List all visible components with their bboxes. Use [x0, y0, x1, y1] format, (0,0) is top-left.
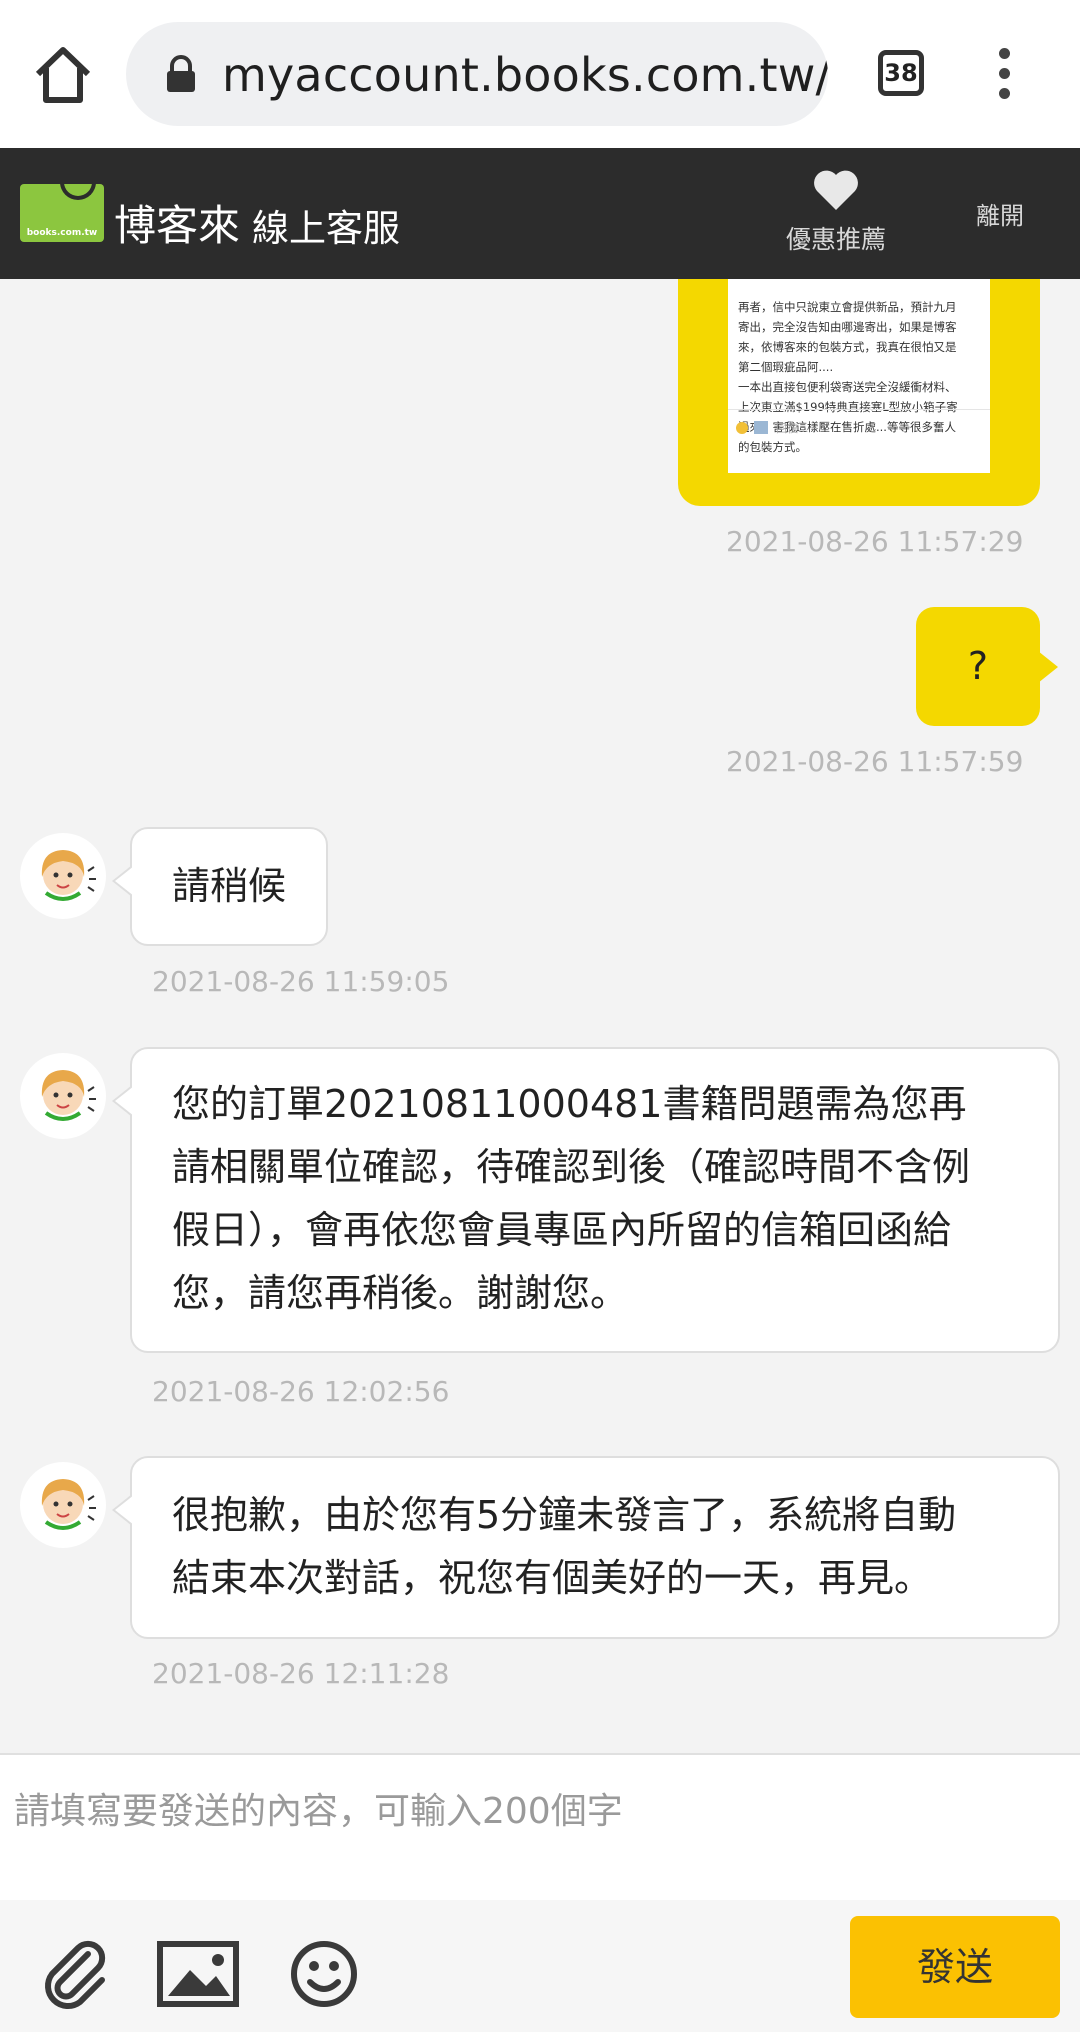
page-title: 線上客服 — [252, 207, 400, 250]
agent-avatar — [20, 833, 106, 919]
emoji-icon — [736, 422, 748, 434]
screenshot-image: 再者，信中只說東立會提供新品，預計九月 寄出，完全沒告知由哪邊寄出，如果是博客 … — [728, 279, 990, 473]
message-timestamp: 2021-08-26 11:57:29 — [726, 525, 1024, 558]
message-timestamp: 2021-08-26 11:59:05 — [152, 965, 450, 998]
message-timestamp: 2021-08-26 12:02:56 — [152, 1375, 450, 1408]
agent-message-bubble: 請稍候 — [111, 827, 329, 946]
message-composer — [0, 1753, 1080, 1900]
composer-toolbar: 發送 — [0, 1900, 1080, 2032]
heart-icon — [814, 170, 858, 210]
recommend-button[interactable]: 優惠推薦 — [776, 168, 896, 263]
more-menu-icon[interactable] — [992, 48, 1016, 106]
user-message-bubble: ? — [916, 607, 1058, 726]
message-timestamp: 2021-08-26 11:57:59 — [726, 745, 1024, 778]
logo-text: books.com.tw — [26, 228, 98, 238]
browser-toolbar: myaccount.books.com.tw/ca 38 — [0, 0, 1080, 148]
agent-message-bubble: 很抱歉，由於您有5分鐘未發言了，系統將自動 結束本次對話，祝您有個美好的一天，再… — [112, 1456, 1060, 1639]
screenshot-footer-text: 回復... — [776, 422, 809, 435]
agent-avatar — [20, 1462, 106, 1548]
send-button[interactable]: 發送 — [850, 1916, 1060, 2018]
address-bar[interactable]: myaccount.books.com.tw/ca — [126, 22, 828, 126]
tab-switcher-button[interactable]: 38 — [878, 50, 924, 96]
books-logo[interactable]: books.com.tw — [20, 184, 104, 242]
url-text: myaccount.books.com.tw/ca — [222, 48, 828, 102]
message-timestamp: 2021-08-26 12:11:28 — [152, 1657, 450, 1690]
recommend-label: 優惠推薦 — [785, 225, 886, 254]
emoji-icon[interactable] — [284, 1934, 364, 2014]
user-image-message[interactable]: 再者，信中只說東立會提供新品，預計九月 寄出，完全沒告知由哪邊寄出，如果是博客 … — [678, 279, 1040, 506]
agent-avatar — [20, 1053, 106, 1139]
chat-history[interactable]: 再者，信中只說東立會提供新品，預計九月 寄出，完全沒告知由哪邊寄出，如果是博客 … — [0, 279, 1080, 1753]
brand-name: 博客來 — [114, 201, 241, 250]
image-icon — [754, 421, 768, 434]
app-header: books.com.tw 博客來 線上客服 優惠推薦 離開 — [0, 148, 1080, 279]
attachment-icon[interactable] — [36, 1934, 116, 2014]
agent-message-bubble: 您的訂單20210811000481書籍問題需為您再 請相關單位確認，待確認到後… — [112, 1047, 1060, 1353]
message-input[interactable] — [14, 1781, 1064, 1841]
lock-icon — [164, 54, 198, 94]
leave-button[interactable]: 離開 — [976, 196, 1024, 231]
home-icon[interactable] — [30, 44, 96, 106]
image-upload-icon[interactable] — [156, 1934, 240, 2014]
